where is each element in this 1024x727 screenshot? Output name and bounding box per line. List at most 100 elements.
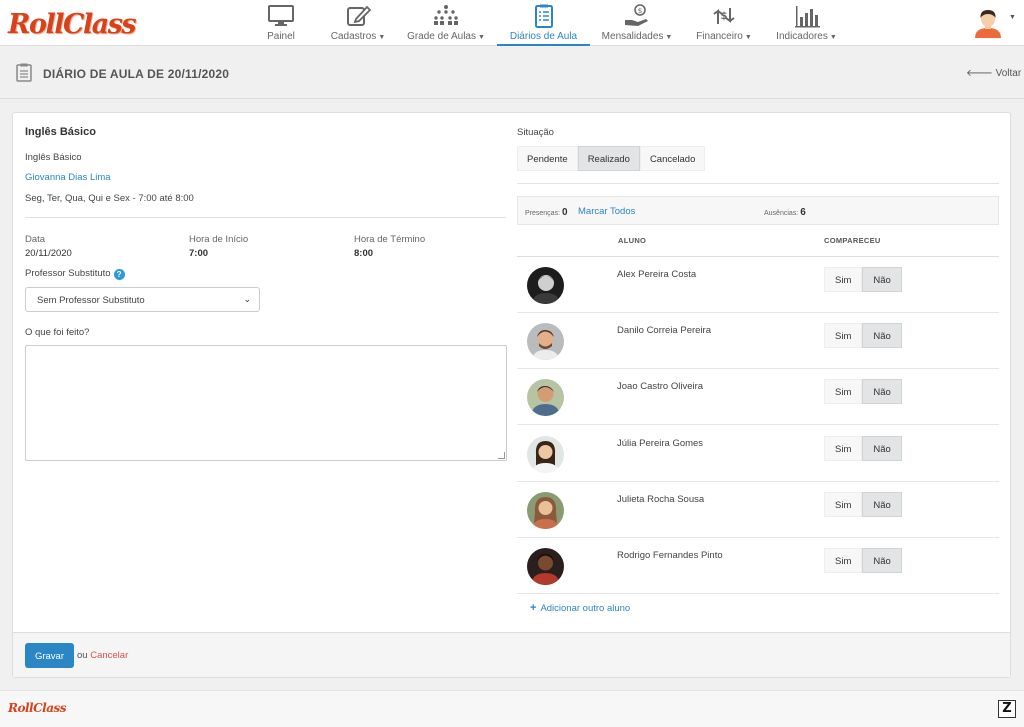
save-button[interactable]: Gravar	[25, 643, 74, 668]
attended-no-button[interactable]: Não	[862, 548, 902, 573]
situation-label: Situação	[517, 127, 554, 138]
nav-label: Financeiro	[696, 31, 743, 42]
student-avatar	[527, 379, 564, 416]
bar-chart-icon	[794, 6, 820, 28]
situation-realizado-button[interactable]: Realizado	[577, 146, 640, 171]
attendance-toggle: Sim Não	[824, 379, 902, 404]
cancel-link[interactable]: Cancelar	[90, 650, 128, 661]
what-was-done-textarea[interactable]	[25, 345, 507, 461]
nav-cadastros[interactable]: Cadastros ▼	[329, 0, 387, 46]
attended-yes-button[interactable]: Sim	[824, 492, 863, 517]
attended-yes-button[interactable]: Sim	[824, 548, 863, 573]
nav-label: Painel	[267, 31, 295, 42]
schedule-text: Seg, Ter, Qua, Qui e Sex - 7:00 até 8:00	[25, 193, 194, 204]
z-badge-icon[interactable]: Z	[998, 700, 1016, 718]
date-label: Data	[25, 234, 46, 245]
nav-label: Indicadores	[776, 31, 828, 42]
nav-label: Mensalidades	[601, 31, 664, 42]
clipboard-icon	[534, 4, 553, 28]
start-time-label: Hora de Início	[189, 234, 249, 245]
attended-no-button[interactable]: Não	[862, 492, 902, 517]
student-avatar	[527, 267, 564, 304]
mark-all-link[interactable]: Marcar Todos	[578, 206, 635, 217]
or-text: ou Cancelar	[77, 650, 128, 661]
attendance-toggle: Sim Não	[824, 436, 902, 461]
attended-yes-button[interactable]: Sim	[824, 436, 863, 461]
top-navbar: RollClass Painel Cadastros ▼ Grade de Aul…	[0, 0, 1024, 46]
chevron-down-icon: ▼	[478, 34, 485, 41]
attended-no-button[interactable]: Não	[862, 436, 902, 461]
table-row: Alex Pereira Costa Sim Não	[517, 257, 999, 313]
nav-painel[interactable]: Painel	[262, 0, 300, 46]
course-subtitle: Inglês Básico	[25, 152, 82, 163]
table-row: Joao Castro Oliveira Sim Não	[517, 369, 999, 425]
attended-yes-button[interactable]: Sim	[824, 323, 863, 348]
svg-text:$: $	[638, 7, 642, 15]
cash-flow-icon: $	[713, 8, 735, 24]
resize-grip-icon[interactable]	[498, 452, 505, 459]
substitute-select[interactable]: Sem Professor Substituto ⌄	[25, 287, 260, 312]
chevron-down-icon[interactable]: ▼	[1009, 14, 1016, 21]
nav-mensalidades[interactable]: $ Mensalidades ▼	[601, 0, 673, 46]
nav-diarios-de-aula[interactable]: Diários de Aula	[497, 0, 590, 46]
divider	[517, 183, 999, 184]
substitute-label: Professor Substituto?	[25, 268, 125, 280]
nav-label: Cadastros	[330, 31, 377, 42]
money-hand-icon: $	[625, 4, 648, 26]
classroom-grid-icon	[434, 5, 458, 25]
clipboard-icon	[16, 63, 32, 82]
column-header-student: ALUNO	[618, 236, 647, 245]
page-header: DIÁRIO DE AULA DE 20/11/2020 🡐 Voltar	[0, 47, 1024, 99]
presences-stat: Presenças: 0	[525, 207, 568, 218]
rollclass-logo[interactable]: RollClass	[8, 9, 137, 40]
plus-icon: +	[530, 602, 537, 614]
back-link[interactable]: 🡐 Voltar	[966, 67, 1021, 79]
nav-indicadores[interactable]: Indicadores ▼	[775, 0, 838, 46]
attended-no-button[interactable]: Não	[862, 379, 902, 404]
situation-pendente-button[interactable]: Pendente	[517, 146, 578, 171]
form-footer: Gravar ou Cancelar	[13, 632, 1010, 677]
substitute-label-text: Professor Substituto	[25, 268, 111, 279]
table-row: Julieta Rocha Sousa Sim Não	[517, 482, 999, 538]
attended-yes-button[interactable]: Sim	[824, 267, 863, 292]
attended-no-button[interactable]: Não	[862, 323, 902, 348]
student-name: Julieta Rocha Sousa	[617, 494, 705, 505]
student-name: Danilo Correia Pereira	[617, 325, 711, 336]
student-avatar	[527, 323, 564, 360]
attendance-toggle: Sim Não	[824, 323, 902, 348]
chevron-down-icon: ▼	[378, 34, 386, 41]
back-label: Voltar	[995, 68, 1022, 79]
student-name: Joao Castro Oliveira	[617, 381, 704, 392]
attendance-toggle: Sim Não	[824, 267, 902, 292]
presences-count: 0	[562, 207, 568, 218]
or-label: ou	[77, 650, 88, 661]
nav-grade-de-aulas[interactable]: Grade de Aulas ▼	[406, 0, 486, 46]
chevron-down-icon: ⌄	[243, 294, 251, 304]
student-avatar	[527, 548, 564, 585]
chevron-down-icon: ▼	[829, 34, 837, 41]
attended-no-button[interactable]: Não	[862, 267, 902, 292]
end-time-label: Hora de Término	[354, 234, 426, 245]
page-title: DIÁRIO DE AULA DE 20/11/2020	[43, 67, 230, 81]
situation-cancelado-button[interactable]: Cancelado	[639, 146, 706, 171]
help-icon[interactable]: ?	[113, 269, 125, 280]
student-name: Alex Pereira Costa	[617, 269, 697, 280]
teacher-link[interactable]: Giovanna Dias Lima	[25, 172, 111, 183]
user-avatar-icon[interactable]	[972, 6, 1004, 38]
what-was-done-label: O que foi feito?	[25, 327, 90, 338]
monitor-icon	[268, 5, 294, 26]
start-time-value: 7:00	[189, 248, 209, 259]
student-name: Rodrigo Fernandes Pinto	[617, 550, 723, 561]
presences-label: Presenças:	[525, 210, 561, 217]
attendance-toggle: Sim Não	[824, 548, 902, 573]
date-value: 20/11/2020	[25, 248, 72, 259]
chevron-down-icon: ▼	[665, 34, 673, 41]
absences-count: 6	[800, 207, 806, 218]
add-student-link[interactable]: + Adicionar outro aluno	[530, 602, 630, 614]
arrow-left-icon: 🡐	[966, 68, 996, 79]
attended-yes-button[interactable]: Sim	[824, 379, 863, 404]
edit-icon	[347, 5, 372, 26]
nav-label: Grade de Aulas	[407, 31, 476, 42]
table-row: Rodrigo Fernandes Pinto Sim Não	[517, 538, 999, 594]
nav-financeiro[interactable]: $ Financeiro ▼	[695, 0, 753, 46]
